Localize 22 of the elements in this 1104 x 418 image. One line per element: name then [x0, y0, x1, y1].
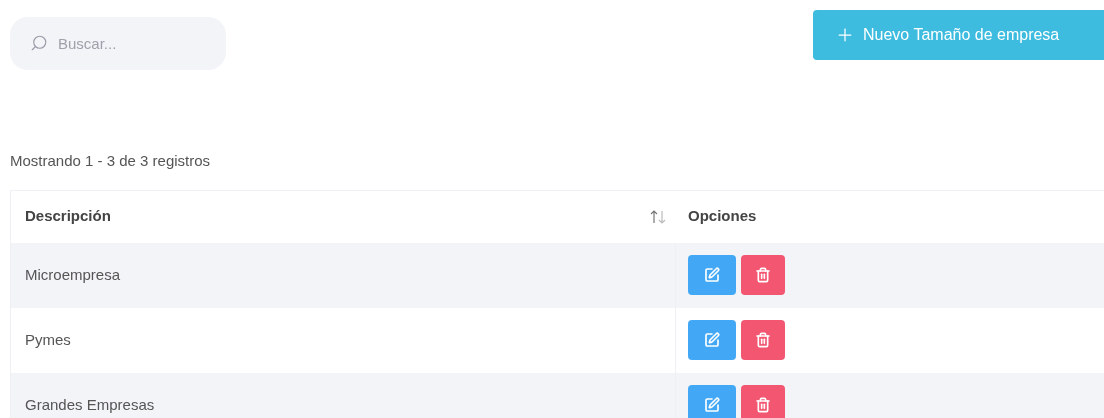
edit-icon [704, 332, 720, 348]
trash-icon [755, 397, 771, 413]
delete-button[interactable] [741, 320, 785, 360]
search-field[interactable]: Buscar... [10, 17, 226, 70]
search-icon [30, 34, 48, 52]
edit-icon [704, 397, 720, 413]
new-button[interactable]: Nuevo Tamaño de empresa [813, 10, 1104, 60]
table-cell: Microempresa [11, 242, 676, 308]
edit-icon [704, 267, 720, 283]
sort-icon[interactable] [650, 209, 666, 224]
table-cell: Grandes Empresas [11, 372, 676, 418]
record-summary: Mostrando 1 - 3 de 3 registros [10, 151, 211, 171]
trash-icon [755, 267, 771, 283]
trash-icon [755, 332, 771, 348]
delete-button[interactable] [741, 255, 785, 295]
edit-button[interactable] [688, 320, 736, 360]
column-header: Opciones [687, 206, 757, 227]
column-header: Descripción [25, 206, 111, 227]
edit-button[interactable] [688, 255, 736, 295]
table-cell: Pymes [11, 307, 676, 373]
delete-button[interactable] [741, 385, 785, 418]
edit-button[interactable] [688, 385, 736, 418]
